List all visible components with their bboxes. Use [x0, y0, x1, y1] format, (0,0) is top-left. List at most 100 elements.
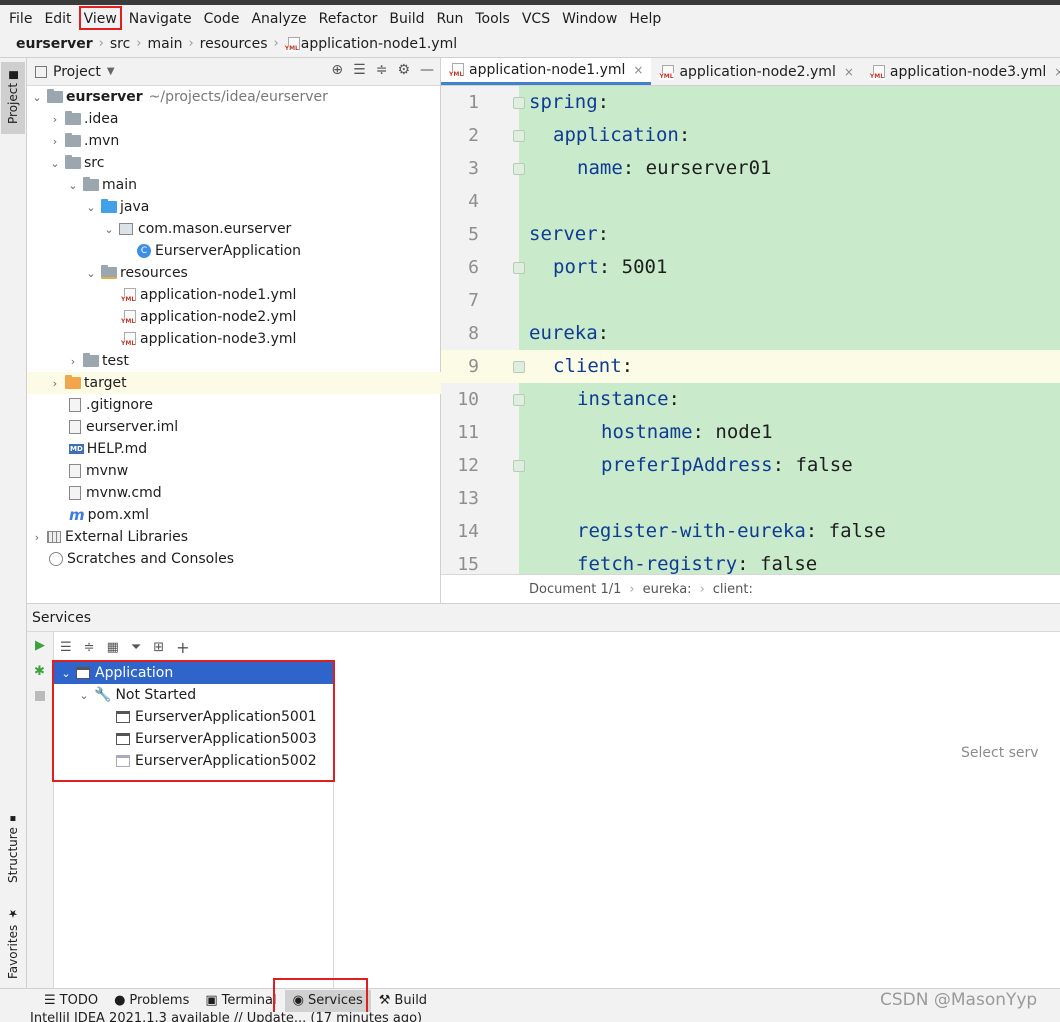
breadcrumb-src[interactable]: src — [110, 36, 130, 52]
breadcrumb-main[interactable]: main — [147, 36, 182, 52]
filter-icon[interactable]: ⏷ — [131, 640, 141, 655]
breadcrumb-resources[interactable]: resources — [200, 36, 268, 52]
gear-icon[interactable]: ⚙ — [397, 62, 410, 78]
tree-item[interactable]: application-node2.yml — [27, 306, 441, 328]
project-pane-title[interactable]: Project — [53, 64, 101, 80]
menu-help[interactable]: Help — [624, 6, 666, 30]
excluded-folder-icon — [65, 375, 81, 389]
tree-item[interactable]: mvnw.cmd — [27, 482, 441, 504]
shell-file-icon — [69, 464, 81, 478]
hide-icon[interactable]: — — [420, 62, 434, 78]
fold-marker-icon[interactable] — [513, 460, 525, 472]
crumb-eureka[interactable]: eureka: — [643, 582, 692, 597]
bottom-tab-terminal[interactable]: ▣ Terminal — [197, 990, 284, 1012]
editor-tab[interactable]: application-node2.yml × — [651, 58, 861, 85]
chevron-down-icon[interactable]: ⌄ — [67, 179, 79, 192]
fold-marker-icon[interactable] — [513, 97, 525, 109]
collapse-all-icon[interactable]: ≑ — [376, 62, 388, 78]
tree-item[interactable]: › .idea — [27, 108, 441, 130]
chevron-right-icon[interactable]: › — [49, 135, 61, 148]
tree-item[interactable]: Scratches and Consoles — [27, 548, 441, 570]
tool-tab-structure[interactable]: Structure ▪ — [1, 808, 25, 888]
bottom-tab-todo[interactable]: ☰ TODO — [36, 990, 106, 1012]
tree-item[interactable]: › target — [27, 372, 441, 394]
debug-icon[interactable]: ✱ — [34, 664, 45, 679]
chevron-right-icon[interactable]: › — [31, 531, 43, 544]
chevron-down-icon[interactable]: ⌄ — [49, 157, 61, 170]
chevron-right-icon[interactable]: › — [67, 355, 79, 368]
menu-build[interactable]: Build — [384, 6, 429, 30]
close-icon[interactable]: × — [844, 65, 854, 79]
tree-item[interactable]: m pom.xml — [27, 504, 441, 526]
editor-tab[interactable]: application-node3.yml × — [862, 58, 1060, 85]
bottom-tab-problems[interactable]: ● Problems — [106, 990, 197, 1012]
tree-item[interactable]: ⌄ com.mason.eurserver — [27, 218, 441, 240]
menu-run[interactable]: Run — [432, 6, 469, 30]
chevron-down-icon[interactable]: ⌄ — [85, 267, 97, 280]
yaml-file-icon — [659, 64, 675, 80]
collapse-all-icon[interactable]: ≑ — [84, 640, 95, 655]
crumb-client[interactable]: client: — [713, 582, 753, 597]
tree-item[interactable]: mvnw — [27, 460, 441, 482]
expand-all-icon[interactable]: ☰ — [60, 640, 72, 655]
stop-icon[interactable] — [35, 691, 45, 701]
expand-all-icon[interactable]: ☰ — [353, 62, 366, 78]
add-icon[interactable]: + — [176, 638, 189, 657]
tree-item[interactable]: › test — [27, 350, 441, 372]
editor-tab-label: application-node3.yml — [889, 63, 1047, 80]
tree-item-label: External Libraries — [65, 529, 188, 545]
close-icon[interactable]: × — [1054, 65, 1060, 79]
fold-marker-icon[interactable] — [513, 394, 525, 406]
line-number: 8 — [468, 323, 479, 344]
document-indicator[interactable]: Document 1/1 — [529, 582, 621, 597]
run-icon[interactable]: ▶ — [35, 638, 45, 653]
fold-marker-icon[interactable] — [513, 361, 525, 373]
tree-item[interactable]: application-node1.yml — [27, 284, 441, 306]
group-by-icon[interactable]: ▦ — [107, 640, 119, 655]
new-tab-icon[interactable]: ⊞ — [153, 640, 164, 655]
chevron-down-icon[interactable]: ⌄ — [85, 201, 97, 214]
tree-item[interactable]: ⌄ resources — [27, 262, 441, 284]
tree-root[interactable]: ⌄ eurserver ~/projects/idea/eurserver — [27, 86, 441, 108]
tree-item[interactable]: › .mvn — [27, 130, 441, 152]
fold-marker-icon[interactable] — [513, 262, 525, 274]
chevron-down-icon[interactable]: ▼ — [107, 66, 115, 77]
breadcrumb-file[interactable]: application-node1.yml — [301, 36, 457, 52]
fold-marker-icon[interactable] — [513, 163, 525, 175]
tree-item[interactable]: application-node3.yml — [27, 328, 441, 350]
tree-item[interactable]: eurserver.iml — [27, 416, 441, 438]
menu-refactor[interactable]: Refactor — [314, 6, 383, 30]
menu-navigate[interactable]: Navigate — [124, 6, 197, 30]
chevron-right-icon[interactable]: › — [49, 377, 61, 390]
tool-tab-project[interactable]: Project ▆ — [1, 62, 25, 134]
menu-vcs[interactable]: VCS — [517, 6, 555, 30]
status-message[interactable]: IntelliJ IDEA 2021.1.3 available // Upda… — [30, 1012, 422, 1022]
tree-item[interactable]: .gitignore — [27, 394, 441, 416]
menu-analyze[interactable]: Analyze — [246, 6, 311, 30]
fold-marker-icon[interactable] — [513, 130, 525, 142]
locate-icon[interactable]: ⊕ — [331, 62, 343, 78]
menu-edit[interactable]: Edit — [39, 6, 76, 30]
bottom-tab-build[interactable]: ⚒ Build — [371, 990, 435, 1012]
menu-code[interactable]: Code — [199, 6, 245, 30]
tree-item[interactable]: MD HELP.md — [27, 438, 441, 460]
tree-item[interactable]: C EurserverApplication — [27, 240, 441, 262]
services-action-strip: ▶ ✱ — [27, 632, 54, 989]
menu-view[interactable]: View — [78, 5, 122, 30]
code-text: port: 5001 — [553, 251, 667, 284]
tool-tab-favorites[interactable]: Favorites ★ — [1, 903, 25, 983]
chevron-down-icon[interactable]: ⌄ — [103, 223, 115, 236]
chevron-right-icon[interactable]: › — [49, 113, 61, 126]
tree-item[interactable]: ⌄ java — [27, 196, 441, 218]
tree-item[interactable]: ⌄ src — [27, 152, 441, 174]
editor-tab[interactable]: application-node1.yml × — [441, 58, 652, 85]
chevron-down-icon[interactable]: ⌄ — [31, 91, 43, 104]
tree-item[interactable]: ⌄ main — [27, 174, 441, 196]
breadcrumb-project[interactable]: eurserver — [16, 36, 93, 52]
close-icon[interactable]: × — [633, 63, 643, 77]
yaml-value: false — [784, 454, 853, 476]
menu-tools[interactable]: Tools — [470, 6, 515, 30]
tree-item[interactable]: › External Libraries — [27, 526, 441, 548]
menu-file[interactable]: File — [4, 6, 37, 30]
menu-window[interactable]: Window — [557, 6, 622, 30]
